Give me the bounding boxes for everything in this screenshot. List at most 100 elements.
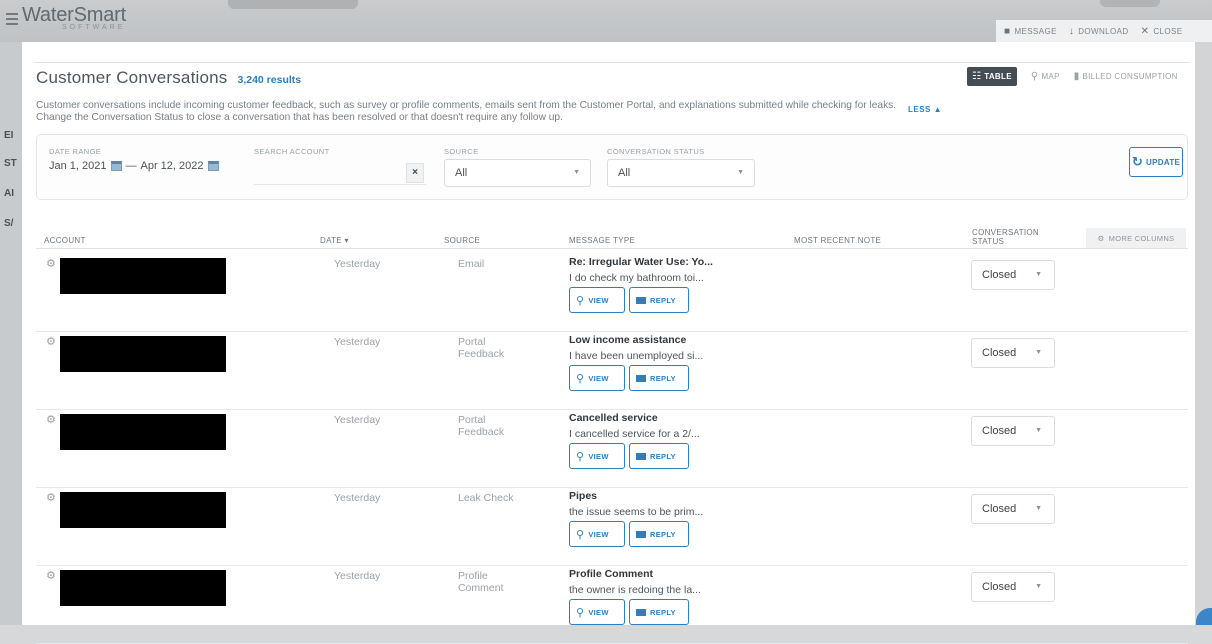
reply-button[interactable]: REPLY xyxy=(629,599,689,625)
divider xyxy=(34,62,1190,63)
download-icon: ↓ xyxy=(1068,25,1075,37)
row-actions: ⚲ VIEW REPLY xyxy=(569,287,689,313)
row-source: Leak Check xyxy=(458,492,514,504)
download-label: DOWNLOAD xyxy=(1078,26,1129,36)
search-account-input[interactable] xyxy=(254,157,426,185)
column-header-account[interactable]: ACCOUNT xyxy=(44,236,86,245)
redacted-account xyxy=(60,492,226,528)
panel-actions: ■ MESSAGE ↓ DOWNLOAD ✕ CLOSE xyxy=(996,20,1212,42)
row-date: Yesterday xyxy=(334,336,381,348)
view-label: VIEW xyxy=(588,295,609,305)
date-to[interactable]: Apr 12, 2022 xyxy=(141,160,204,172)
calendar-icon[interactable] xyxy=(110,161,122,171)
reply-button[interactable]: REPLY xyxy=(629,443,689,469)
message-preview: I have been unemployed si... xyxy=(569,350,704,362)
download-action[interactable]: ↓ DOWNLOAD xyxy=(1069,26,1129,37)
account-gear-icon[interactable]: ⚙ xyxy=(46,569,56,582)
view-label: VIEW xyxy=(588,373,609,383)
redacted-account xyxy=(60,414,226,450)
conversation-status-dropdown[interactable]: Closed ▼ xyxy=(971,338,1055,368)
background-tab xyxy=(1100,0,1160,7)
conversation-status-dropdown[interactable]: Closed ▼ xyxy=(971,494,1055,524)
magnifier-icon: ⚲ xyxy=(576,606,585,619)
row-date: Yesterday xyxy=(334,492,381,504)
clear-search-button[interactable]: × xyxy=(406,163,424,183)
title-row: Customer Conversations 3,240 results xyxy=(36,68,301,88)
column-header-conversation-status[interactable]: CONVERSATION STATUS xyxy=(972,228,1039,246)
calendar-icon[interactable] xyxy=(207,161,219,171)
table-view-button[interactable]: ☷ TABLE xyxy=(967,67,1017,86)
date-range[interactable]: Jan 1, 2021 — Apr 12, 2022 xyxy=(49,160,219,172)
hamburger-menu-icon[interactable] xyxy=(6,13,18,28)
account-gear-icon[interactable]: ⚙ xyxy=(46,413,56,426)
table-row: ⚙ Yesterday Profile Comment Profile Comment… xyxy=(36,566,1188,644)
result-count: 3,240 results xyxy=(237,74,302,86)
magnifier-icon: ⚲ xyxy=(576,294,585,307)
conversation-status-dropdown[interactable]: Closed ▼ xyxy=(971,416,1055,446)
message-action[interactable]: ■ MESSAGE xyxy=(1004,26,1057,37)
status-value: Closed xyxy=(982,425,1017,437)
row-actions: ⚲ VIEW REPLY xyxy=(569,599,689,625)
column-header-most-recent-note[interactable]: MOST RECENT NOTE xyxy=(794,236,881,245)
row-actions: ⚲ VIEW REPLY xyxy=(569,443,689,469)
column-header-date[interactable]: DATE ▾ xyxy=(320,236,349,245)
source-select[interactable]: All ▼ xyxy=(444,159,591,187)
view-button[interactable]: ⚲ VIEW xyxy=(569,521,625,547)
more-columns-label: MORE COLUMNS xyxy=(1108,233,1175,243)
conversation-status-dropdown[interactable]: Closed ▼ xyxy=(971,572,1055,602)
map-pin-icon: ⚲ xyxy=(1030,71,1039,82)
conversation-status-label: CONVERSATION STATUS xyxy=(607,147,705,156)
view-button[interactable]: ⚲ VIEW xyxy=(569,599,625,625)
view-label: VIEW xyxy=(588,529,609,539)
status-value: Closed xyxy=(982,347,1017,359)
magnifier-icon: ⚲ xyxy=(576,528,585,541)
envelope-icon xyxy=(636,530,646,538)
account-gear-icon[interactable]: ⚙ xyxy=(46,257,56,270)
account-gear-icon[interactable]: ⚙ xyxy=(46,335,56,348)
row-date: Yesterday xyxy=(334,414,381,426)
close-icon: ✕ xyxy=(1140,25,1150,37)
account-gear-icon[interactable]: ⚙ xyxy=(46,491,56,504)
view-label: VIEW xyxy=(588,607,609,617)
page-description: Customer conversations include incoming … xyxy=(36,100,897,123)
table-icon: ☷ xyxy=(972,71,982,82)
row-source: Portal Feedback xyxy=(458,414,505,438)
column-header-message-type[interactable]: MESSAGE TYPE xyxy=(569,236,635,245)
row-source: Portal Feedback xyxy=(458,336,505,360)
map-view-button[interactable]: ⚲ MAP xyxy=(1031,71,1060,82)
view-button[interactable]: ⚲ VIEW xyxy=(569,365,625,391)
message-title: Low income assistance xyxy=(569,334,687,346)
close-action[interactable]: ✕ CLOSE xyxy=(1141,26,1183,37)
close-label: CLOSE xyxy=(1153,26,1183,36)
status-value: Closed xyxy=(982,269,1017,281)
date-from[interactable]: Jan 1, 2021 xyxy=(49,160,107,172)
row-date: Yesterday xyxy=(334,258,381,270)
row-actions: ⚲ VIEW REPLY xyxy=(569,365,689,391)
envelope-icon xyxy=(636,296,646,304)
reply-label: REPLY xyxy=(650,529,676,539)
conversation-status-dropdown[interactable]: Closed ▼ xyxy=(971,260,1055,290)
brand-name: WaterSmart xyxy=(22,4,126,26)
brand-logo[interactable]: WaterSmart SOFTWARE xyxy=(6,4,126,38)
view-button[interactable]: ⚲ VIEW xyxy=(569,443,625,469)
conversation-status-select[interactable]: All ▼ xyxy=(607,159,755,187)
reply-button[interactable]: REPLY xyxy=(629,365,689,391)
more-columns-button[interactable]: ⚙ MORE COLUMNS xyxy=(1086,228,1186,248)
rail-letter: EI xyxy=(4,130,14,141)
reply-button[interactable]: REPLY xyxy=(629,287,689,313)
message-title: Re: Irregular Water Use: Yo... xyxy=(569,256,713,268)
chevron-down-icon: ▼ xyxy=(1035,349,1042,356)
table-row: ⚙ Yesterday Leak Check Pipes the issue seems… xyxy=(36,488,1188,566)
bar-chart-icon: ▮ xyxy=(1073,71,1080,82)
date-separator: — xyxy=(125,160,137,172)
reply-label: REPLY xyxy=(650,373,676,383)
view-button[interactable]: ⚲ VIEW xyxy=(569,287,625,313)
reply-button[interactable]: REPLY xyxy=(629,521,689,547)
column-header-source[interactable]: SOURCE xyxy=(444,236,480,245)
update-button[interactable]: ↻ UPDATE xyxy=(1129,147,1183,177)
message-preview: I do check my bathroom toi... xyxy=(569,272,704,284)
billed-consumption-button[interactable]: ▮ BILLED CONSUMPTION xyxy=(1074,71,1178,82)
less-link[interactable]: LESS ▲ xyxy=(908,105,942,114)
redacted-account xyxy=(60,336,226,372)
chevron-down-icon: ▼ xyxy=(737,169,744,176)
